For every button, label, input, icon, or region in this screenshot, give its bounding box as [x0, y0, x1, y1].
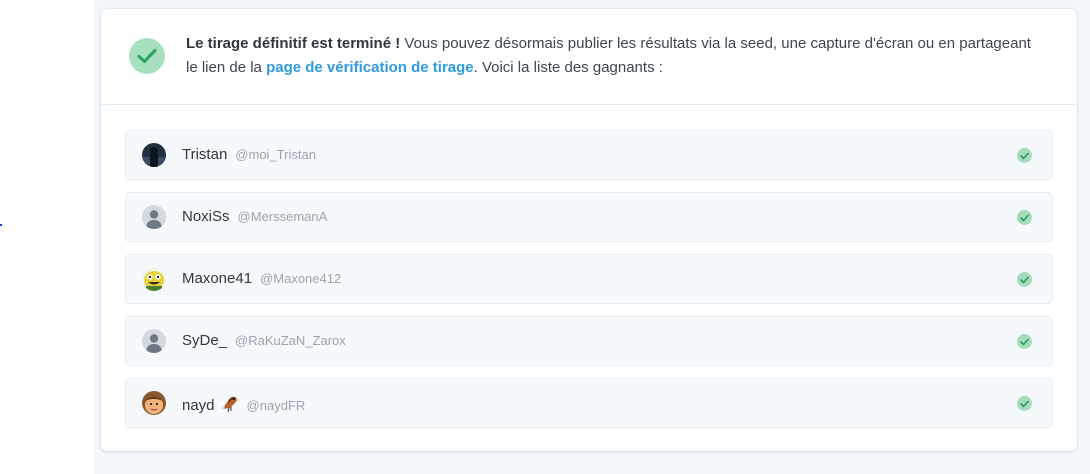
notice-message: Le tirage définitif est terminé ! Vous p…	[186, 32, 1046, 80]
winner-name: SyDe_	[182, 332, 228, 349]
winner-handle[interactable]: @RaKuZaN_Zarox	[235, 333, 346, 348]
stray-dot	[0, 224, 2, 226]
avatar	[142, 143, 166, 167]
results-card: Le tirage définitif est terminé ! Vous p…	[101, 9, 1077, 451]
avatar	[142, 267, 166, 291]
winner-name: Tristan	[182, 146, 228, 163]
winner-name: nayd	[182, 397, 215, 414]
page: Le tirage définitif est terminé ! Vous p…	[0, 0, 1090, 474]
check-icon	[1017, 210, 1032, 225]
verification-page-link[interactable]: page de vérification de tirage	[266, 59, 474, 76]
winner-identity: nayd @naydFR	[182, 393, 305, 419]
winner-identity: Maxone41 @Maxone412	[182, 269, 341, 289]
check-circle-icon	[129, 38, 165, 74]
notice-title: Le tirage définitif est terminé !	[186, 35, 401, 52]
winner-name: NoxiSs	[182, 208, 230, 225]
avatar	[142, 391, 166, 415]
check-icon	[1017, 272, 1032, 287]
default-user-avatar	[142, 205, 166, 229]
winner-identity: Tristan @moi_Tristan	[182, 145, 316, 165]
check-icon	[1017, 148, 1032, 163]
winners-list: Tristan @moi_Tristan NoxiSs @MerssemanA	[125, 130, 1053, 440]
default-user-avatar	[142, 329, 166, 353]
winner-handle[interactable]: @Maxone412	[260, 271, 341, 286]
winner-identity: NoxiSs @MerssemanA	[182, 207, 327, 227]
winner-identity: SyDe_ @RaKuZaN_Zarox	[182, 331, 346, 351]
winner-row: Maxone41 @Maxone412	[125, 254, 1053, 304]
bird-emoji-icon	[219, 393, 239, 419]
winner-row: NoxiSs @MerssemanA	[125, 192, 1053, 242]
left-gutter	[0, 0, 94, 474]
winner-name: Maxone41	[182, 270, 253, 287]
check-icon	[1017, 396, 1032, 411]
winner-row: SyDe_ @RaKuZaN_Zarox	[125, 316, 1053, 366]
winner-handle[interactable]: @naydFR	[247, 398, 306, 413]
success-notice: Le tirage définitif est terminé ! Vous p…	[101, 9, 1077, 105]
check-icon	[1017, 334, 1032, 349]
winner-handle[interactable]: @moi_Tristan	[235, 147, 316, 162]
winner-row: nayd @naydFR	[125, 378, 1053, 428]
notice-text-after: . Voici la liste des gagnants :	[473, 59, 663, 76]
winner-row: Tristan @moi_Tristan	[125, 130, 1053, 180]
winner-handle[interactable]: @MerssemanA	[238, 209, 328, 224]
